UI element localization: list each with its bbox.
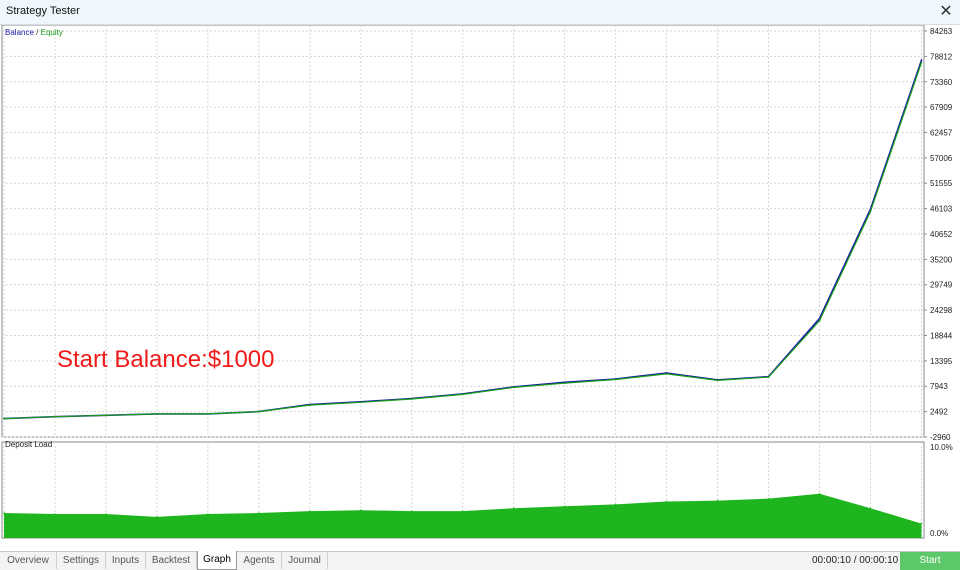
equity-point bbox=[461, 393, 464, 396]
tab-bar: Overview Settings Inputs Backtest Graph … bbox=[0, 551, 960, 570]
chart-area: 2020.06.092020.08.182020.11.062021.02.24… bbox=[0, 25, 960, 540]
equity-point bbox=[716, 379, 719, 382]
deposit-load-point bbox=[665, 500, 668, 503]
y-tick-label: 40652 bbox=[930, 230, 953, 239]
equity-point bbox=[920, 61, 923, 64]
equity-point bbox=[105, 414, 107, 417]
equity-point bbox=[512, 386, 515, 389]
equity-point bbox=[257, 410, 260, 413]
close-icon[interactable]: ✕ bbox=[936, 2, 956, 22]
deposit-load-point bbox=[716, 499, 719, 502]
tab-graph[interactable]: Graph bbox=[197, 551, 237, 570]
y-tick-label: 2492 bbox=[930, 408, 948, 417]
deposit-load-point bbox=[3, 512, 5, 514]
equity-point bbox=[410, 398, 413, 400]
deposit-load-title: Deposit Load bbox=[5, 440, 53, 449]
y-tick-label: 62457 bbox=[930, 129, 953, 138]
tab-agents[interactable]: Agents bbox=[237, 552, 282, 569]
y-tick-label: 51555 bbox=[930, 179, 953, 188]
equity-point bbox=[665, 372, 668, 375]
equity-point bbox=[359, 401, 362, 404]
equity-point bbox=[767, 376, 770, 379]
y-tick-label: 35200 bbox=[930, 255, 953, 264]
deposit-load-point bbox=[563, 505, 566, 508]
window-titlebar: Strategy Tester ✕ bbox=[0, 0, 960, 25]
y-tick-label: 67909 bbox=[930, 103, 953, 112]
y-tick-label: 73360 bbox=[930, 78, 953, 87]
legend-balance: Balance bbox=[5, 28, 34, 37]
chart-svg: 2020.06.092020.08.182020.11.062021.02.24… bbox=[1, 25, 953, 539]
tab-overview[interactable]: Overview bbox=[0, 552, 57, 569]
equity-point bbox=[156, 413, 158, 415]
legend-separator: / bbox=[36, 28, 39, 37]
deposit-load-point bbox=[309, 510, 311, 512]
deposit-load-point bbox=[207, 513, 209, 515]
equity-point bbox=[3, 417, 5, 420]
y-tick-label: 13395 bbox=[930, 357, 953, 366]
equity-point bbox=[206, 413, 209, 415]
deposit-y-tick-label: 0.0% bbox=[930, 529, 948, 538]
y-tick-label: 29749 bbox=[930, 281, 953, 290]
deposit-load-point bbox=[512, 507, 515, 510]
deposit-load-point bbox=[920, 522, 923, 525]
equity-point bbox=[308, 404, 311, 406]
deposit-load-point bbox=[818, 493, 821, 495]
y-tick-label: 7943 bbox=[930, 382, 948, 391]
y-tick-label: 84263 bbox=[930, 27, 953, 36]
tab-inputs[interactable]: Inputs bbox=[106, 552, 146, 569]
legend-equity: Equity bbox=[40, 28, 63, 37]
main-chart-legend: Balance / Equity bbox=[5, 28, 63, 37]
equity-point bbox=[818, 319, 821, 322]
deposit-load-point bbox=[614, 503, 617, 506]
tab-journal[interactable]: Journal bbox=[282, 552, 328, 569]
y-tick-label: 57006 bbox=[930, 154, 953, 163]
y-tick-label: 78812 bbox=[930, 52, 953, 61]
equity-point bbox=[54, 415, 56, 418]
tab-backtest[interactable]: Backtest bbox=[146, 552, 197, 569]
deposit-load-point bbox=[461, 510, 464, 512]
y-tick-label: -2960 bbox=[930, 433, 951, 442]
elapsed-timer: 00:00:10 / 00:00:10 bbox=[812, 555, 899, 566]
deposit-load-point bbox=[54, 513, 56, 515]
y-tick-label: 18844 bbox=[930, 332, 953, 341]
y-tick-label: 24298 bbox=[930, 306, 953, 315]
deposit-load-point bbox=[767, 497, 770, 500]
equity-point bbox=[563, 382, 566, 385]
y-tick-label: 46103 bbox=[930, 205, 953, 214]
equity-point bbox=[614, 378, 617, 381]
deposit-load-point bbox=[156, 516, 158, 518]
deposit-load-point bbox=[869, 507, 872, 510]
balance-point bbox=[920, 59, 923, 62]
window-title: Strategy Tester bbox=[6, 5, 80, 17]
deposit-load-point bbox=[410, 510, 413, 512]
deposit-load-point bbox=[105, 513, 107, 515]
equity-point bbox=[869, 210, 872, 213]
tab-settings[interactable]: Settings bbox=[57, 552, 106, 569]
deposit-y-tick-label: 10.0% bbox=[930, 443, 953, 452]
deposit-load-point bbox=[359, 509, 362, 511]
deposit-load-point bbox=[258, 512, 260, 514]
start-balance-annotation: Start Balance:$1000 bbox=[57, 346, 275, 373]
start-button[interactable]: Start bbox=[900, 552, 960, 570]
